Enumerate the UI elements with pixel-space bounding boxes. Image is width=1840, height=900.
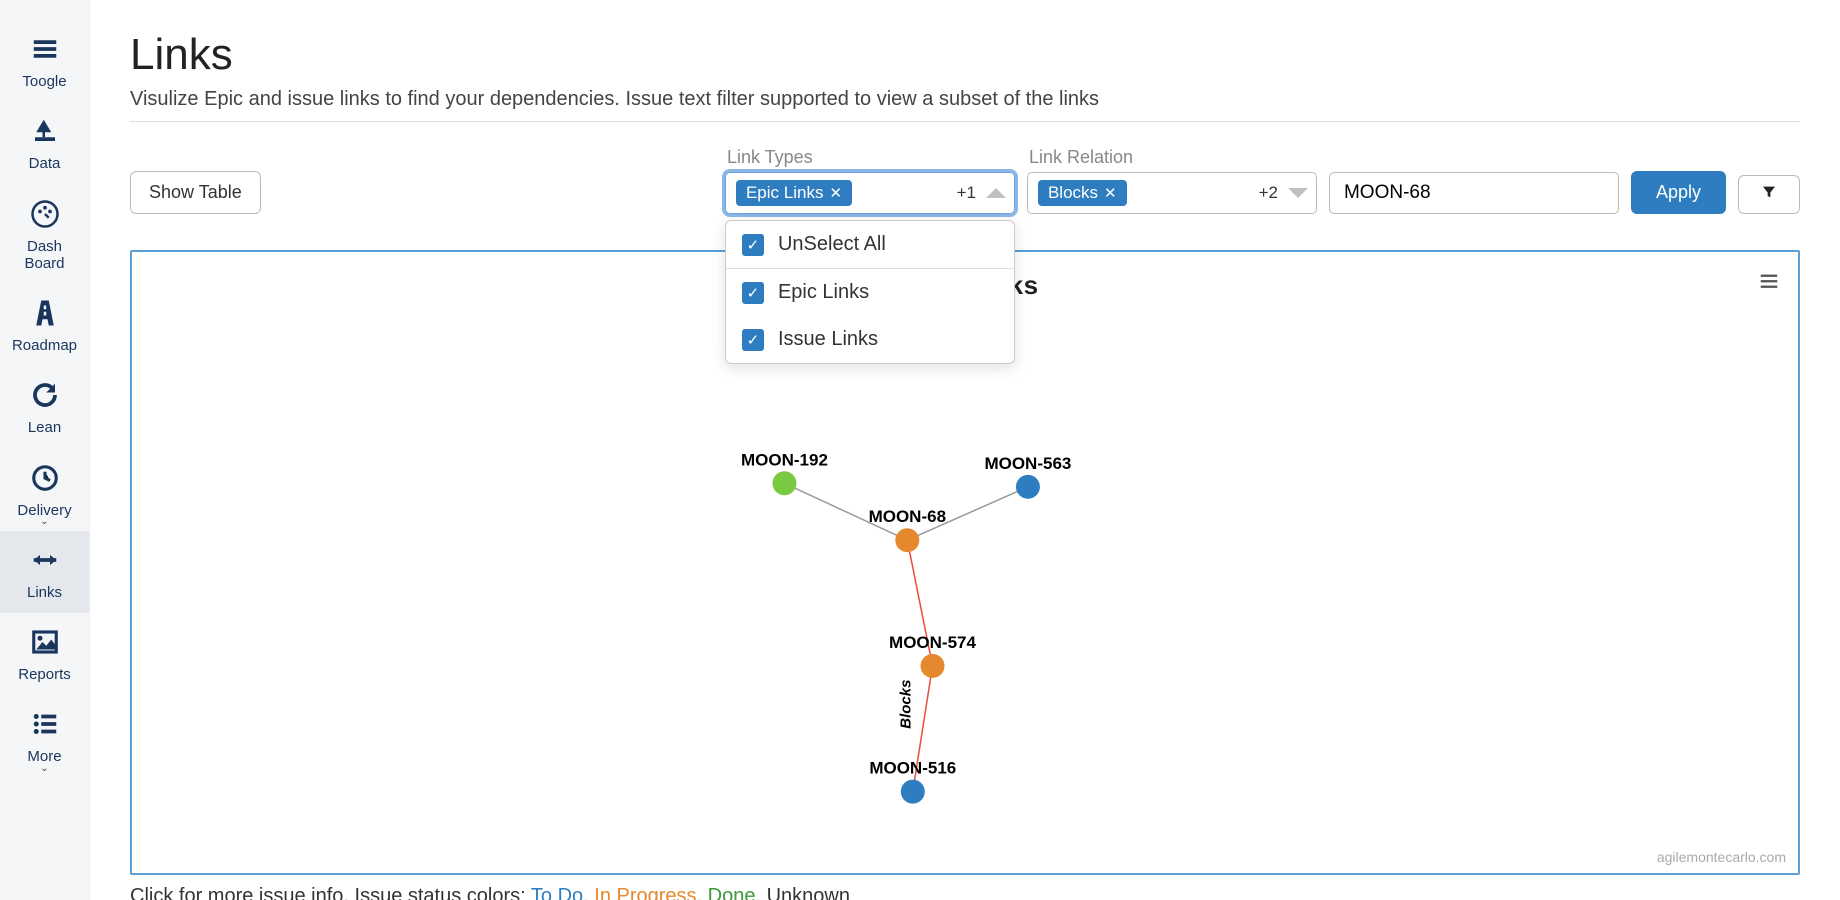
- svg-text:MOON-516: MOON-516: [869, 759, 956, 778]
- clock-icon: [30, 463, 60, 498]
- sidebar-item-label: Lean: [28, 419, 61, 436]
- filter-icon: [1761, 184, 1777, 204]
- svg-text:MOON-192: MOON-192: [741, 450, 828, 469]
- sidebar: Toogle Data Dash Board Roadmap Lean: [0, 0, 90, 900]
- chip-remove-icon[interactable]: ✕: [829, 184, 842, 202]
- sidebar-item-links[interactable]: Links: [0, 531, 89, 613]
- sidebar-item-reports[interactable]: Reports: [0, 613, 89, 695]
- sidebar-item-label: Reports: [18, 666, 71, 683]
- link-types-dropdown: ✓ UnSelect All ✓ Epic Links ✓ Issue Link…: [725, 220, 1015, 364]
- dropdown-unselect-all[interactable]: ✓ UnSelect All: [726, 221, 1014, 269]
- checkbox-checked-icon[interactable]: ✓: [742, 282, 764, 304]
- sidebar-item-label: Roadmap: [12, 337, 77, 354]
- issue-filter-input[interactable]: [1329, 172, 1619, 214]
- link-relation-select[interactable]: Blocks ✕ +2: [1027, 172, 1317, 214]
- chevron-down-icon: ⌄: [40, 516, 48, 527]
- sidebar-item-label: Dash Board: [24, 238, 64, 273]
- svg-text:MOON-574: MOON-574: [889, 633, 976, 652]
- link-types-count: +1: [957, 183, 976, 203]
- link-types-chip: Epic Links ✕: [736, 180, 852, 206]
- dropdown-option-epic-links[interactable]: ✓ Epic Links: [726, 269, 1014, 316]
- issue-filter-group: .: [1329, 147, 1619, 214]
- checkbox-checked-icon[interactable]: ✓: [742, 329, 764, 351]
- menu-icon: [30, 34, 60, 69]
- list-icon: [30, 709, 60, 744]
- dropdown-option-issue-links[interactable]: ✓ Issue Links: [726, 316, 1014, 363]
- link-types-label: Link Types: [725, 147, 1015, 168]
- link-relation-count: +2: [1259, 183, 1278, 203]
- svg-text:Blocks: Blocks: [898, 680, 915, 729]
- sidebar-item-label: Toogle: [22, 73, 66, 90]
- apply-button[interactable]: Apply: [1631, 171, 1726, 214]
- chevron-down-icon: ⌄: [40, 763, 48, 774]
- sidebar-item-label: Links: [27, 584, 62, 601]
- link-icon: [30, 545, 60, 580]
- link-relation-label: Link Relation: [1027, 147, 1317, 168]
- link-types-group: Link Types Epic Links ✕ +1: [725, 147, 1015, 214]
- sidebar-item-label: Data: [29, 155, 61, 172]
- legend-done: Done: [708, 885, 756, 900]
- page-subtitle: Visulize Epic and issue links to find yo…: [130, 88, 1800, 122]
- chip-remove-icon[interactable]: ✕: [1104, 184, 1117, 202]
- legend-todo: To Do: [531, 885, 583, 900]
- link-relation-group: Link Relation Blocks ✕ +2: [1027, 147, 1317, 214]
- link-types-select[interactable]: Epic Links ✕ +1: [725, 172, 1015, 214]
- sidebar-item-more[interactable]: More ⌄: [0, 695, 89, 777]
- sidebar-item-roadmap[interactable]: Roadmap: [0, 284, 89, 366]
- page-title: Links: [130, 30, 1800, 80]
- data-icon: [30, 116, 60, 151]
- chart-watermark: agilemontecarlo.com: [1657, 849, 1786, 865]
- checkbox-checked-icon[interactable]: ✓: [742, 234, 764, 256]
- refresh-icon: [30, 380, 60, 415]
- svg-text:MOON-563: MOON-563: [984, 454, 1071, 473]
- legend-unknown: Unknown: [767, 885, 850, 900]
- caret-up-icon: [986, 188, 1006, 198]
- controls-bar: Show Table Link Types Epic Links ✕ +1: [130, 146, 1800, 214]
- main-content: Links Visulize Epic and issue links to f…: [90, 0, 1840, 900]
- legend-in-progress: In Progress: [594, 885, 696, 900]
- caret-down-icon: [1288, 188, 1308, 198]
- sidebar-item-lean[interactable]: Lean: [0, 366, 89, 448]
- sidebar-item-delivery[interactable]: Delivery ⌄: [0, 449, 89, 531]
- status-legend: Click for more issue info. Issue status …: [130, 885, 1800, 900]
- sidebar-item-toggle[interactable]: Toogle: [0, 20, 89, 102]
- sidebar-item-dashboard[interactable]: Dash Board: [0, 185, 89, 285]
- sidebar-item-data[interactable]: Data: [0, 102, 89, 184]
- show-table-button[interactable]: Show Table: [130, 171, 261, 214]
- link-relation-chip: Blocks ✕: [1038, 180, 1127, 206]
- filter-button[interactable]: [1738, 175, 1800, 214]
- image-icon: [30, 627, 60, 662]
- dashboard-icon: [30, 199, 60, 234]
- svg-text:MOON-68: MOON-68: [869, 507, 946, 526]
- road-icon: [30, 298, 60, 333]
